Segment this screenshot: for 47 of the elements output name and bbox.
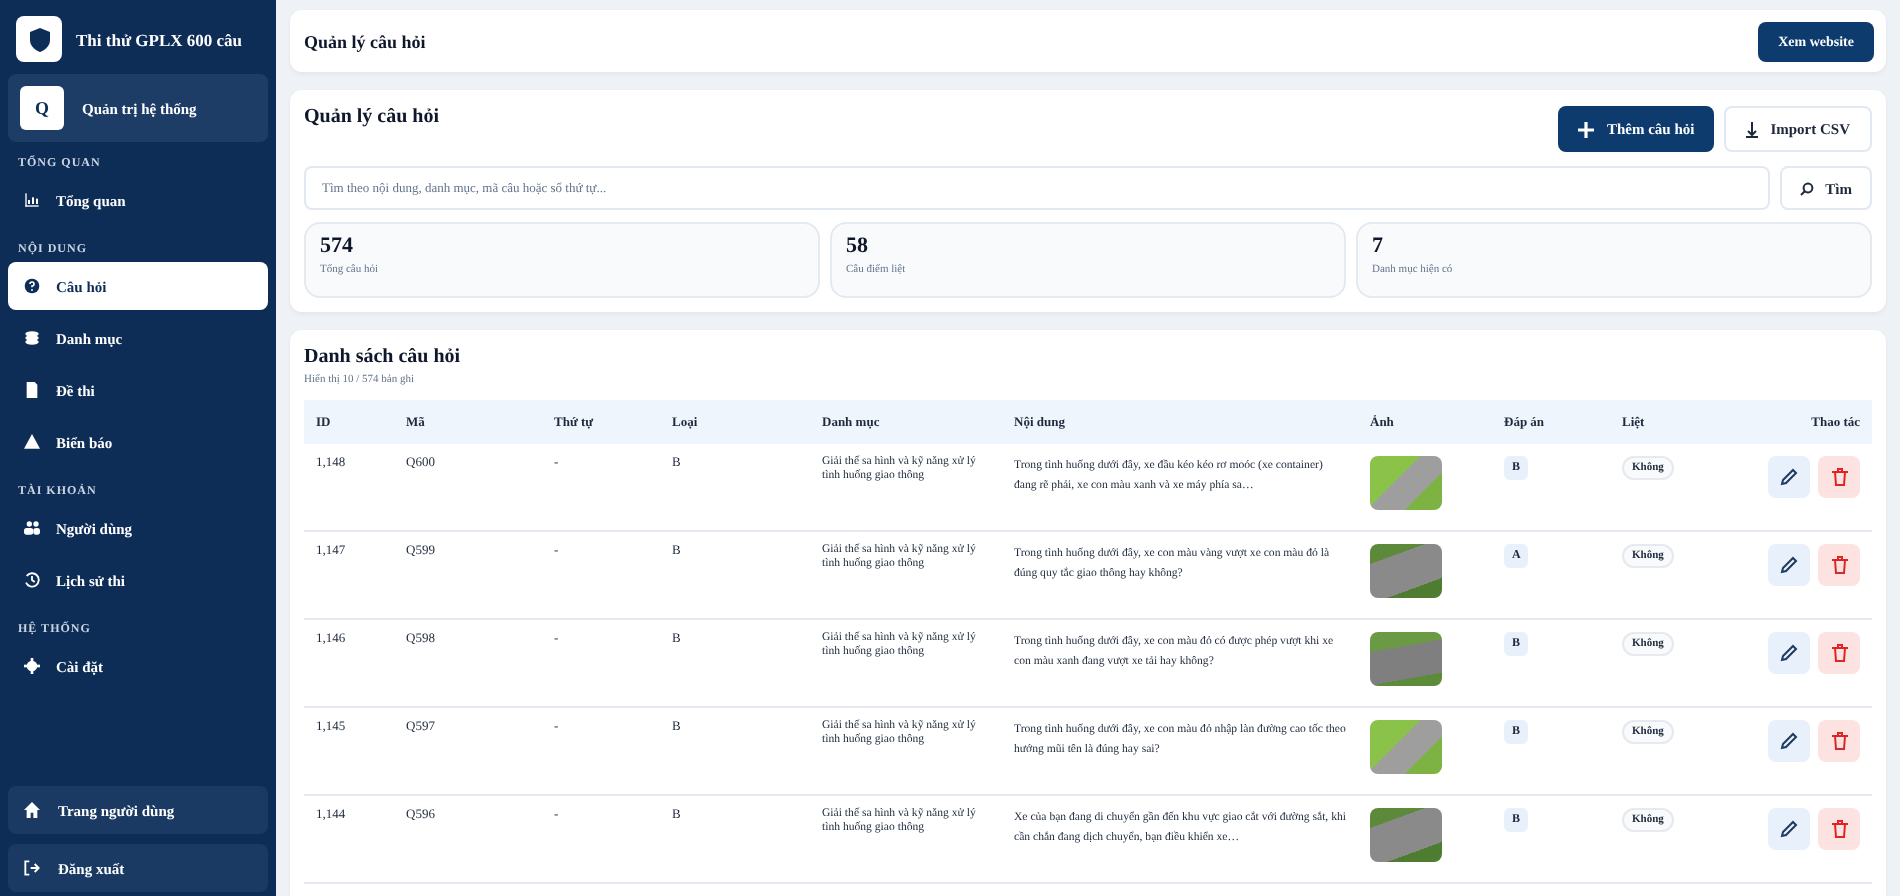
delete-button[interactable]: [1818, 632, 1860, 674]
edit-button[interactable]: [1768, 808, 1810, 850]
trash-icon: [1831, 468, 1847, 486]
layers-icon: [24, 330, 40, 346]
search-icon: [1799, 181, 1814, 195]
app-title: Thi thử GPLX 600 câu: [76, 29, 243, 49]
delete-button[interactable]: [1818, 544, 1860, 586]
photo-placeholder: [1370, 632, 1442, 686]
edit-button[interactable]: [1768, 632, 1810, 674]
pencil-icon: [1780, 468, 1798, 486]
section-title: Quản lý câu hỏi: [304, 106, 440, 132]
logout-icon: [24, 860, 40, 876]
delete-button[interactable]: [1818, 456, 1860, 498]
pencil-icon: [1780, 556, 1798, 574]
question-icon: [24, 278, 40, 294]
photo-placeholder: [1370, 720, 1442, 774]
photo-placeholder: [1370, 544, 1442, 598]
pencil-icon: [1780, 820, 1798, 838]
pencil-icon: [1780, 644, 1798, 662]
edit-button[interactable]: [1768, 456, 1810, 498]
stat-value: 7: [1372, 234, 1385, 258]
document-icon: [24, 382, 40, 398]
delete-button[interactable]: [1818, 720, 1860, 762]
edit-button[interactable]: [1768, 544, 1810, 586]
download-icon: [1746, 121, 1759, 137]
delete-button[interactable]: [1818, 808, 1860, 850]
trash-icon: [1831, 732, 1847, 750]
edit-button[interactable]: [1768, 720, 1810, 762]
trash-icon: [1831, 556, 1847, 574]
history-icon: [24, 572, 40, 588]
trash-icon: [1831, 820, 1847, 838]
pencil-icon: [1780, 732, 1798, 750]
page-title: Quản lý câu hỏi: [304, 31, 426, 51]
trash-icon: [1831, 644, 1847, 662]
photo-placeholder: [1370, 808, 1442, 862]
plus-icon: [1578, 121, 1595, 137]
stat-value: 574: [320, 234, 355, 258]
home-icon: [24, 802, 40, 818]
avatar-initial: Q: [20, 86, 64, 130]
chart-icon: [24, 192, 40, 208]
photo-placeholder: [1370, 456, 1442, 510]
users-icon: [24, 520, 40, 536]
stat-value: 58: [846, 234, 870, 258]
shield-icon: [16, 16, 62, 62]
settings-icon: [24, 658, 40, 674]
table-title: Danh sách câu hỏi: [304, 346, 463, 368]
warning-icon: [24, 434, 40, 450]
